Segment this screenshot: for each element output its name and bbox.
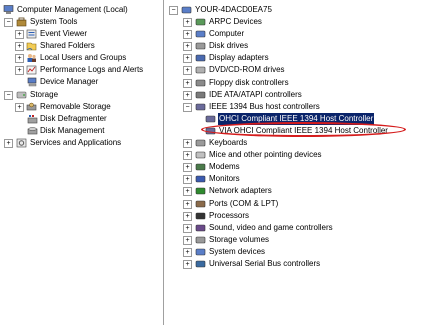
tree-label: System Tools bbox=[30, 17, 78, 26]
port-icon bbox=[195, 200, 206, 207]
tree-label: DVD/CD-ROM drives bbox=[209, 65, 285, 75]
console-tree-pane: Computer Management (Local) − System Too… bbox=[0, 0, 164, 325]
services-icon bbox=[16, 138, 27, 148]
tree-label: Computer Management (Local) bbox=[17, 5, 128, 14]
mouse-icon bbox=[195, 151, 206, 159]
tree-label: IEEE 1394 Bus host controllers bbox=[209, 101, 320, 111]
ieee1394-controller-icon bbox=[195, 103, 206, 110]
tree-label: YOUR-4DACD0EA75 bbox=[195, 5, 272, 14]
sound-icon bbox=[195, 224, 206, 231]
expand-icon[interactable]: + bbox=[183, 187, 192, 197]
collapse-icon[interactable]: − bbox=[183, 102, 192, 112]
tree-label: Storage bbox=[30, 90, 59, 99]
disk-management-icon bbox=[27, 127, 38, 135]
computer-management-icon bbox=[3, 5, 14, 14]
device-manager-icon bbox=[27, 77, 37, 87]
users-icon bbox=[27, 54, 36, 62]
expand-icon[interactable]: + bbox=[183, 66, 192, 76]
toolbox-icon bbox=[16, 17, 27, 27]
modem-icon bbox=[195, 163, 206, 171]
expand-icon[interactable]: + bbox=[183, 90, 192, 100]
tree-label: Performance Logs and Alerts bbox=[40, 65, 144, 74]
expand-icon[interactable]: + bbox=[183, 175, 192, 185]
expand-icon[interactable]: + bbox=[15, 42, 24, 51]
tree-label: Universal Serial Bus controllers bbox=[209, 259, 321, 268]
expand-icon[interactable]: + bbox=[183, 163, 192, 173]
tree-label: Disk Management bbox=[40, 126, 105, 135]
tree-label: Computer bbox=[209, 29, 245, 39]
expand-icon[interactable]: + bbox=[183, 223, 192, 233]
tree-label: Device Manager bbox=[40, 77, 99, 86]
tree-label: Services and Applications bbox=[30, 138, 122, 147]
tree-label: Floppy disk controllers bbox=[209, 77, 289, 87]
tree-label: Modems bbox=[209, 162, 240, 172]
floppy-controller-icon bbox=[195, 79, 206, 86]
network-adapter-icon bbox=[195, 188, 206, 195]
tree-label: Storage volumes bbox=[209, 234, 270, 244]
expand-icon[interactable]: + bbox=[15, 54, 24, 63]
ieee1394-device-icon bbox=[205, 115, 216, 123]
tree-label: Removable Storage bbox=[40, 102, 111, 111]
expand-icon[interactable]: + bbox=[15, 103, 24, 112]
defragmenter-icon bbox=[27, 115, 38, 124]
expand-icon[interactable]: + bbox=[183, 211, 192, 221]
collapse-icon[interactable]: − bbox=[4, 91, 13, 100]
tree-label: Disk drives bbox=[209, 41, 249, 51]
tree-label: Shared Folders bbox=[40, 41, 95, 50]
device-tree-pane: − YOUR-4DACD0EA75 + ARPC Devices + Computer + D… bbox=[165, 0, 435, 325]
tree-label: IDE ATA/ATAPI controllers bbox=[209, 89, 302, 99]
event-viewer-icon bbox=[26, 29, 37, 39]
expand-icon[interactable]: + bbox=[183, 78, 192, 88]
highlight-oval bbox=[201, 122, 406, 137]
ide-controller-icon bbox=[195, 91, 206, 98]
system-device-icon bbox=[195, 248, 206, 256]
storage-volume-icon bbox=[195, 236, 206, 244]
expand-icon[interactable]: + bbox=[183, 235, 192, 245]
tree-label: Local Users and Groups bbox=[40, 53, 127, 62]
expand-icon[interactable]: + bbox=[183, 30, 192, 40]
expand-icon[interactable]: + bbox=[183, 18, 192, 27]
disk-drive-icon bbox=[195, 42, 206, 50]
collapse-icon[interactable]: − bbox=[4, 18, 13, 27]
expand-icon[interactable]: + bbox=[183, 151, 192, 161]
tree-label: Ports (COM & LPT) bbox=[209, 198, 279, 208]
storage-icon bbox=[16, 91, 27, 99]
removable-storage-icon bbox=[26, 102, 37, 111]
expand-icon[interactable]: + bbox=[183, 42, 192, 52]
expand-icon[interactable]: + bbox=[183, 247, 192, 257]
expand-icon[interactable]: + bbox=[183, 199, 192, 209]
collapse-icon[interactable]: − bbox=[169, 6, 178, 15]
expand-icon[interactable]: + bbox=[183, 54, 192, 64]
arpc-devices-icon bbox=[195, 18, 206, 26]
display-adapter-icon bbox=[195, 54, 206, 62]
tree-label: Mice and other pointing devices bbox=[209, 150, 322, 160]
keyboard-icon bbox=[195, 139, 206, 147]
shared-folder-icon bbox=[26, 42, 37, 51]
tree-label: Sound, video and game controllers bbox=[209, 222, 333, 232]
tree-label: Display adapters bbox=[209, 53, 269, 63]
tree-label: Keyboards bbox=[209, 138, 248, 147]
expand-icon[interactable]: + bbox=[183, 139, 192, 148]
tree-label: Event Viewer bbox=[40, 29, 87, 38]
computer-root-icon bbox=[181, 6, 192, 14]
performance-icon bbox=[26, 65, 37, 75]
computer-icon bbox=[195, 30, 206, 38]
usb-icon bbox=[195, 260, 206, 268]
tree-label: ARPC Devices bbox=[209, 17, 262, 26]
tree-label: Processors bbox=[209, 210, 250, 220]
tree-label: System devices bbox=[209, 246, 266, 256]
tree-label: Disk Defragmenter bbox=[40, 114, 107, 123]
expand-icon[interactable]: + bbox=[15, 66, 24, 75]
processor-icon bbox=[195, 212, 206, 219]
dvd-drive-icon bbox=[195, 67, 206, 74]
expand-icon[interactable]: + bbox=[15, 30, 24, 39]
expand-icon[interactable]: + bbox=[4, 139, 13, 148]
tree-label: Network adapters bbox=[209, 186, 272, 196]
expand-icon[interactable]: + bbox=[183, 260, 192, 269]
monitor-icon bbox=[195, 175, 206, 183]
tree-label: Monitors bbox=[209, 174, 240, 184]
